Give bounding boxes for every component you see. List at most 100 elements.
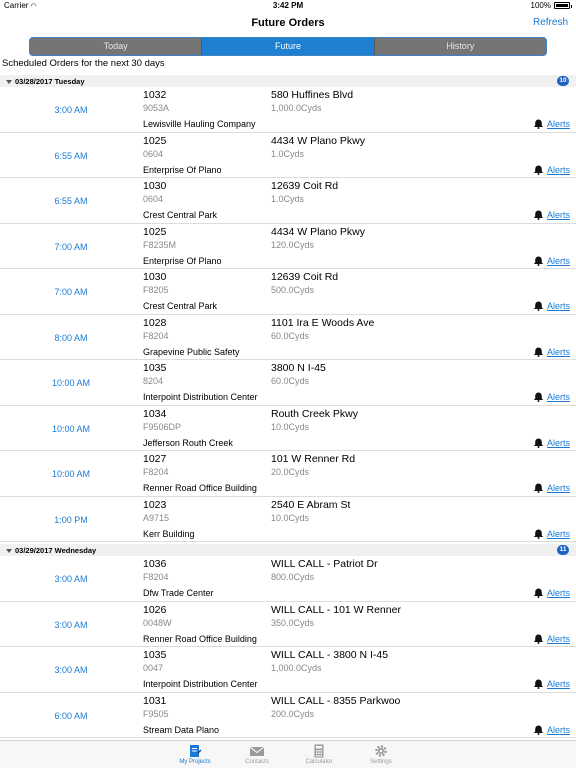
alerts-link[interactable]: Alerts bbox=[533, 210, 570, 220]
order-quantity: 60.0Cyds bbox=[271, 330, 310, 341]
order-count-badge: 10 bbox=[557, 76, 569, 86]
order-row[interactable]: 3:00 AM 1032 580 Huffines Blvd 9053A 1,000.0… bbox=[0, 87, 576, 133]
order-address: 4434 W Plano Pkwy bbox=[271, 134, 365, 147]
order-address: 12639 Coit Rd bbox=[271, 180, 339, 192]
alerts-link[interactable]: Alerts bbox=[533, 588, 570, 598]
alerts-link[interactable]: Alerts bbox=[533, 634, 570, 644]
tab-today[interactable]: Today bbox=[30, 38, 203, 55]
battery-icon bbox=[554, 2, 572, 9]
order-row[interactable]: 6:55 AM 1025 4434 W Plano Pkwy 0604 1.0Cyds E… bbox=[0, 133, 576, 178]
alerts-label: Alerts bbox=[546, 255, 570, 266]
order-time: 7:00 AM bbox=[54, 287, 88, 297]
alerts-label: Alerts bbox=[546, 679, 570, 689]
order-row[interactable]: 3:00 AM 1036 WILL CALL - Patriot Dr F8204 80… bbox=[0, 556, 576, 602]
alerts-link[interactable]: Alerts bbox=[533, 165, 570, 175]
order-quantity: 1,000.0Cyds bbox=[271, 663, 322, 673]
order-row[interactable]: 6:55 AM 1030 12639 Coit Rd 0604 1.0Cyds Crest… bbox=[0, 178, 576, 224]
alerts-link[interactable]: Alerts bbox=[533, 529, 570, 539]
alerts-link[interactable]: Alerts bbox=[533, 392, 570, 402]
alerts-link[interactable]: Alerts bbox=[533, 301, 570, 311]
bell-icon bbox=[533, 165, 544, 175]
order-quantity: 10.0Cyds bbox=[271, 421, 310, 432]
order-number: 1023 bbox=[143, 498, 167, 511]
product-code: F9506DP bbox=[143, 421, 182, 432]
product-code: 0048W bbox=[143, 617, 172, 628]
tabbar-contacts[interactable]: Contacts bbox=[226, 741, 288, 768]
order-address: Routh Creek Pkwy bbox=[271, 407, 358, 420]
order-row[interactable]: 10:00 AM 1034 Routh Creek Pkwy F9506DP 10.0C… bbox=[0, 406, 576, 451]
status-bar: Carrier ◠ 3:42 PM 100% bbox=[0, 0, 576, 12]
order-time: 10:00 AM bbox=[51, 378, 91, 388]
alerts-link[interactable]: Alerts bbox=[533, 679, 570, 689]
bell-icon bbox=[533, 256, 544, 266]
refresh-button[interactable]: Refresh bbox=[533, 17, 568, 28]
bell-icon bbox=[533, 483, 544, 493]
tabbar-my-projects[interactable]: My Projects bbox=[164, 741, 226, 768]
day-section-header[interactable]: 03/28/2017 Tuesday 10 bbox=[0, 75, 576, 87]
order-row[interactable]: 8:00 AM 1028 1101 Ira E Woods Ave F8204 60.0… bbox=[0, 315, 576, 360]
order-row[interactable]: 3:00 AM 1026 WILL CALL - 101 W Renner 0048W… bbox=[0, 602, 576, 647]
order-quantity: 800.0Cyds bbox=[271, 572, 315, 582]
order-quantity: 10.0Cyds bbox=[271, 512, 310, 523]
order-quantity: 1.0Cyds bbox=[271, 148, 305, 159]
calculator-icon bbox=[314, 744, 324, 758]
order-address: WILL CALL - 8355 Parkwoo bbox=[271, 694, 401, 707]
alerts-link[interactable]: Alerts bbox=[533, 483, 570, 493]
day-label-text: 03/29/2017 Wednesday bbox=[15, 546, 97, 555]
job-site-name: Dfw Trade Center bbox=[143, 588, 214, 598]
day-label-text: 03/28/2017 Tuesday bbox=[15, 77, 85, 86]
order-row[interactable]: 3:00 AM 1035 WILL CALL - 3800 N I-45 0047 1,… bbox=[0, 647, 576, 693]
order-row[interactable]: 7:00 AM 1025 4434 W Plano Pkwy F8235M 120.0C… bbox=[0, 224, 576, 269]
tabbar-settings[interactable]: Settings bbox=[350, 741, 412, 768]
tabbar-calculator[interactable]: Calculator bbox=[288, 741, 350, 768]
order-row[interactable]: 7:00 AM 1030 12639 Coit Rd F8205 500.0Cyds Cr… bbox=[0, 269, 576, 315]
order-time: 7:00 AM bbox=[54, 241, 88, 252]
bell-icon bbox=[533, 119, 544, 129]
order-row[interactable]: 10:00 AM 1035 3800 N I-45 8204 60.0Cyds Inter… bbox=[0, 360, 576, 406]
order-row[interactable]: 6:00 AM 1031 WILL CALL - 8355 Parkwoo F9505… bbox=[0, 693, 576, 738]
order-address: WILL CALL - Patriot Dr bbox=[271, 558, 378, 570]
alerts-label: Alerts bbox=[546, 437, 570, 448]
job-site-name: Interpoint Distribution Center bbox=[143, 392, 258, 402]
order-time: 3:00 AM bbox=[54, 574, 88, 584]
alerts-link[interactable]: Alerts bbox=[533, 256, 570, 266]
order-time: 6:55 AM bbox=[54, 196, 88, 206]
page-title: Future Orders bbox=[251, 17, 325, 29]
tab-future[interactable]: Future bbox=[202, 38, 375, 55]
tab-bar: My Projects Contacts Calculator Settings bbox=[0, 740, 576, 768]
order-quantity: 1.0Cyds bbox=[271, 194, 305, 204]
day-section-header[interactable]: 03/29/2017 Wednesday 11 bbox=[0, 544, 576, 556]
order-time: 3:00 AM bbox=[54, 665, 88, 675]
alerts-link[interactable]: Alerts bbox=[533, 438, 570, 448]
alerts-link[interactable]: Alerts bbox=[533, 347, 570, 357]
bell-icon bbox=[533, 301, 544, 311]
bell-icon bbox=[533, 725, 544, 735]
order-quantity: 1,000.0Cyds bbox=[271, 103, 322, 113]
product-code: F8204 bbox=[143, 467, 169, 477]
order-row[interactable]: 1:00 PM 1023 2540 E Abram St A9715 10.0Cyds K… bbox=[0, 497, 576, 542]
alerts-label: Alerts bbox=[546, 210, 570, 220]
order-row[interactable]: 10:00 AM 1027 101 W Renner Rd F8204 20.0Cyds… bbox=[0, 451, 576, 497]
job-site-name: Enterprise Of Plano bbox=[143, 164, 222, 175]
order-address: 4434 W Plano Pkwy bbox=[271, 225, 365, 238]
order-address: 2540 E Abram St bbox=[271, 498, 351, 511]
status-time: 3:42 PM bbox=[272, 1, 304, 10]
job-site-name: Crest Central Park bbox=[143, 301, 218, 311]
alerts-link[interactable]: Alerts bbox=[533, 119, 570, 129]
order-number: 1028 bbox=[143, 316, 167, 329]
job-site-name: Crest Central Park bbox=[143, 210, 218, 220]
alerts-label: Alerts bbox=[546, 119, 570, 129]
alerts-label: Alerts bbox=[546, 346, 570, 357]
tabbar-label: Calculator bbox=[305, 759, 333, 765]
order-quantity: 120.0Cyds bbox=[271, 239, 315, 250]
product-code: F8205 bbox=[143, 285, 169, 295]
tabbar-label: Contacts bbox=[245, 759, 269, 765]
alerts-label: Alerts bbox=[546, 588, 570, 598]
order-quantity: 20.0Cyds bbox=[271, 467, 310, 477]
order-number: 1031 bbox=[143, 694, 167, 707]
tab-history[interactable]: History bbox=[375, 38, 546, 55]
job-site-name: Enterprise Of Plano bbox=[143, 255, 222, 266]
alerts-link[interactable]: Alerts bbox=[533, 725, 570, 735]
job-site-name: Kerr Building bbox=[143, 528, 195, 539]
job-site-name: Renner Road Office Building bbox=[143, 483, 257, 493]
